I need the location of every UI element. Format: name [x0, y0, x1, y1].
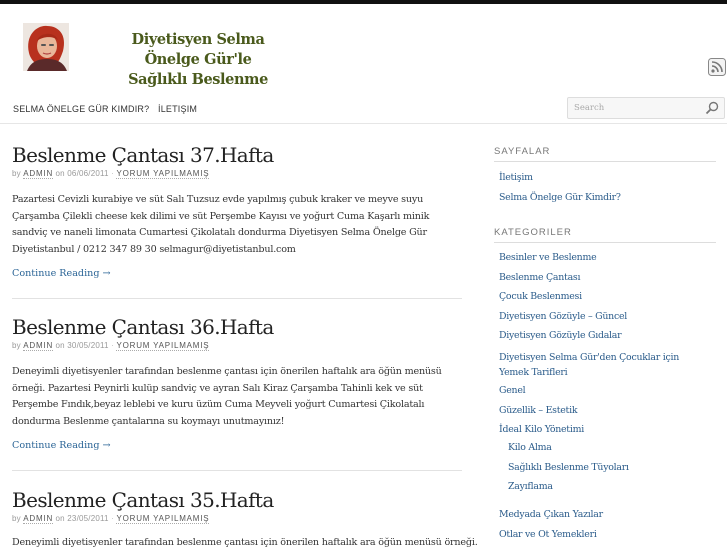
post-date: 23/05/2011 [67, 514, 109, 523]
search-box [567, 97, 725, 119]
category-link[interactable]: Güzellik – Estetik [499, 405, 716, 416]
category-link[interactable]: Besinler ve Beslenme [499, 252, 716, 263]
post-meta: by ADMIN on 30/05/2011 · YORUM YAPILMAMI… [12, 341, 462, 351]
post-comments-link[interactable]: YORUM YAPILMAMIŞ [116, 169, 210, 179]
post-meta: by ADMIN on 06/06/2011 · YORUM YAPILMAMI… [12, 169, 462, 179]
category-link[interactable]: Beslenme Çantası [499, 272, 716, 283]
meta-separator: · [111, 341, 115, 350]
continue-reading-link[interactable]: Continue Reading → [12, 268, 462, 279]
meta-on: on [55, 514, 65, 523]
avatar[interactable] [23, 23, 69, 71]
nav-item-contact[interactable]: İLETIŞIM [158, 104, 197, 114]
meta-separator: · [111, 169, 115, 178]
post-excerpt: Pazartesi Cevizli kurabiye ve süt Salı T… [12, 194, 430, 255]
site-title-line1: Diyetisyen Selma Önelge Gür'le [131, 31, 265, 68]
post: Beslenme Çantası 36.Hafta by ADMIN on 30… [12, 315, 462, 451]
site-title-line2: Sağlıklı Beslenme [128, 71, 268, 88]
rss-icon[interactable] [708, 58, 726, 76]
post-divider [12, 298, 462, 299]
site-header: Diyetisyen Selma Önelge Gür'le Sağlıklı … [0, 4, 727, 92]
category-link[interactable]: Diyetisyen Selma Gür'den Çocuklar için Y… [499, 350, 704, 380]
post: Beslenme Çantası 37.Hafta by ADMIN on 06… [12, 143, 462, 279]
meta-on: on [55, 341, 65, 350]
post-excerpt: Deneyimli diyetisyenler tarafından besle… [12, 537, 478, 548]
post-title[interactable]: Beslenme Çantası 35.Hafta [12, 488, 462, 512]
continue-reading-link[interactable]: Continue Reading → [12, 440, 462, 451]
page-link[interactable]: İletişim [499, 172, 716, 183]
search-icon[interactable] [704, 100, 720, 116]
subcategory-link[interactable]: Zayıflama [508, 481, 716, 492]
sidebar-heading-pages: SAYFALAR [494, 146, 716, 162]
category-link[interactable]: Otlar ve Ot Yemekleri [499, 529, 716, 540]
subcategory-link[interactable]: Kilo Alma [508, 442, 716, 453]
post-title[interactable]: Beslenme Çantası 37.Hafta [12, 143, 462, 167]
nav-item-about[interactable]: SELMA ÖNELGE GÜR KIMDIR? [13, 104, 149, 114]
sidebar-heading-categories: KATEGORILER [494, 227, 716, 243]
category-link[interactable]: Çocuk Beslenmesi [499, 291, 716, 302]
post-title[interactable]: Beslenme Çantası 36.Hafta [12, 315, 462, 339]
category-link[interactable]: Genel [499, 385, 716, 396]
page-link[interactable]: Selma Önelge Gür Kimdir? [499, 192, 716, 203]
post-meta: by ADMIN on 23/05/2011 · YORUM YAPILMAMI… [12, 514, 462, 524]
post-date: 30/05/2011 [67, 341, 109, 350]
post-excerpt: Deneyimli diyetisyenler tarafından besle… [12, 366, 442, 427]
category-link[interactable]: Diyetisyen Gözüyle – Güncel [499, 311, 716, 322]
post: Beslenme Çantası 35.Hafta by ADMIN on 23… [12, 488, 478, 552]
post-author-link[interactable]: ADMIN [23, 341, 54, 351]
meta-by: by [12, 514, 21, 523]
site-title[interactable]: Diyetisyen Selma Önelge Gür'le Sağlıklı … [103, 30, 293, 90]
meta-on: on [55, 169, 65, 178]
category-link[interactable]: Medyada Çıkan Yazılar [499, 509, 716, 520]
post-divider [12, 470, 462, 471]
subcategory-link[interactable]: Sağlıklı Beslenme Tüyoları [508, 462, 716, 473]
post-date: 06/06/2011 [67, 169, 109, 178]
categories-list: Besinler ve Beslenme Beslenme Çantası Ço… [494, 252, 716, 549]
meta-by: by [12, 341, 21, 350]
post-author-link[interactable]: ADMIN [23, 169, 54, 179]
search-input[interactable] [574, 101, 694, 115]
post-author-link[interactable]: ADMIN [23, 514, 54, 524]
meta-by: by [12, 169, 21, 178]
post-comments-link[interactable]: YORUM YAPILMAMIŞ [116, 514, 210, 524]
pages-list: İletişim Selma Önelge Gür Kimdir? [494, 172, 716, 212]
meta-separator: · [111, 514, 115, 523]
sidebar-categories: KATEGORILER Besinler ve Beslenme Beslenm… [494, 227, 716, 549]
category-link[interactable]: İdeal Kilo Yönetimi [499, 424, 716, 435]
post-comments-link[interactable]: YORUM YAPILMAMIŞ [116, 341, 210, 351]
category-link[interactable]: Diyetisyen Gözüyle Gıdalar [499, 330, 716, 341]
sidebar: SAYFALAR İletişim Selma Önelge Gür Kimdi… [494, 146, 716, 212]
